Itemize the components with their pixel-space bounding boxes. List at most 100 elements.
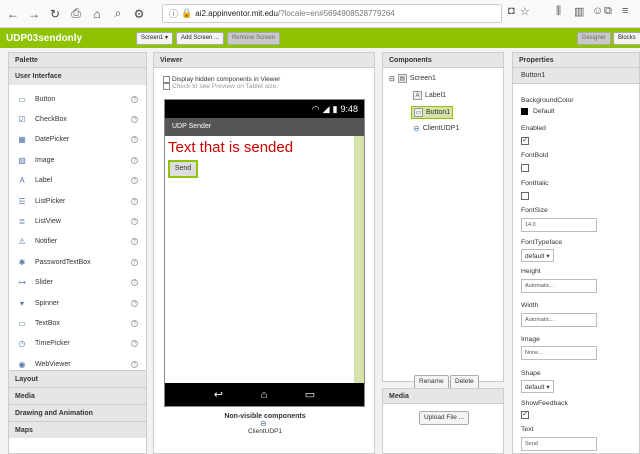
tree-button1[interactable]: ▭ Button1 — [411, 106, 454, 119]
rename-button[interactable]: Rename — [414, 375, 449, 389]
lock-icon: 🔒 — [181, 8, 193, 18]
help-icon[interactable]: ? — [131, 116, 138, 124]
reload-icon[interactable]: ↻ — [47, 6, 63, 22]
palette-item-listpicker[interactable]: ☰ ListPicker? — [9, 191, 146, 211]
account-icon[interactable]: ☺ — [592, 5, 603, 17]
nav-recent-icon: ▭ — [304, 389, 316, 401]
screen-scrollbar[interactable] — [354, 136, 364, 385]
palette-item-label: ListPicker — [35, 197, 66, 205]
blocks-button[interactable]: Blocks — [613, 31, 640, 45]
prop-fonttypeface-select[interactable]: default ▾ — [521, 249, 554, 262]
collapse-icon[interactable]: ⊟ — [389, 75, 395, 83]
delete-button[interactable]: Delete — [450, 375, 479, 389]
media-header: Media — [383, 389, 503, 404]
help-icon[interactable]: ? — [131, 156, 138, 164]
passwordtextbox-icon: ✱ — [18, 257, 26, 267]
palette-item-datepicker[interactable]: ▦ DatePicker? — [9, 130, 146, 150]
preview-send-button[interactable]: Send — [168, 160, 198, 178]
palette-item-textbox[interactable]: ▭ TextBox? — [9, 313, 146, 333]
prop-text-input[interactable]: Send — [521, 437, 597, 451]
url-bar[interactable]: ⓘ 🔒 ai2.appinventor.mit.edu /?locale=en#… — [162, 4, 502, 23]
prop-bgcolor-value[interactable]: Default — [521, 108, 555, 115]
back-icon[interactable]: ← — [5, 6, 21, 22]
button-icon: ▭ — [18, 94, 26, 104]
tablet-preview-option[interactable]: Check to see Preview on Tablet size. — [154, 83, 374, 90]
display-hidden-option[interactable]: Display hidden components in Viewer — [154, 76, 374, 83]
properties-panel: Properties Button1 BackgroundColor Defau… — [512, 52, 640, 454]
palette-item-slider[interactable]: ⊶ Slider? — [9, 273, 146, 293]
remove-screen-button[interactable]: Remove Screen — [227, 31, 281, 45]
help-icon[interactable]: ? — [131, 218, 138, 226]
prop-shape-select[interactable]: default ▾ — [521, 380, 554, 393]
tree-label1[interactable]: A Label1 — [413, 91, 446, 100]
designer-button[interactable]: Designer — [577, 31, 612, 45]
palette-item-passwordtextbox[interactable]: ✱ PasswordTextBox? — [9, 252, 146, 272]
browser-toolbar: ← → ↻ ⎙ ⌂ ⌕ ⚙ ⓘ 🔒 ai2.appinventor.mit.ed… — [0, 0, 640, 28]
menu-icon[interactable]: ≡ — [622, 5, 628, 17]
prop-fontsize-input[interactable]: 14.0 — [521, 218, 597, 232]
bookmark-star-icon[interactable]: ☆ — [520, 5, 530, 18]
tree-clientudp1[interactable]: ⊖ ClientUDP1 — [413, 124, 459, 133]
category-maps[interactable]: Maps — [9, 421, 146, 438]
palette-item-spinner[interactable]: ▾ Spinner? — [9, 293, 146, 313]
tablet-preview-label: Check to see Preview on Tablet size. — [172, 83, 279, 90]
palette-item-listview[interactable]: ≣ ListView? — [9, 211, 146, 231]
app-toolbar: UDP03sendonly Screen1 ▾ Add Screen ... R… — [0, 28, 640, 48]
palette-item-timepicker[interactable]: ◷ TimePicker? — [9, 334, 146, 354]
help-icon[interactable]: ? — [131, 177, 138, 185]
screen-select[interactable]: Screen1 ▾ — [136, 31, 174, 45]
pocket-icon[interactable]: ◘ — [508, 5, 515, 17]
library-icon[interactable]: ⫼ — [556, 5, 561, 18]
palette-item-button[interactable]: ▭ Button? — [9, 89, 146, 109]
palette-item-label[interactable]: A Label? — [9, 171, 146, 191]
help-icon[interactable]: ? — [131, 258, 138, 266]
category-user-interface[interactable]: User Interface — [9, 68, 146, 85]
prop-enabled-checkbox[interactable]: ✓ — [521, 137, 529, 145]
sidebar-icon[interactable]: ▥ — [574, 5, 584, 18]
settings-icon[interactable]: ⚙ — [131, 6, 147, 22]
palette-item-webviewer[interactable]: ◉ WebViewer? — [9, 354, 146, 370]
category-drawing-animation[interactable]: Drawing and Animation — [9, 404, 146, 421]
prop-image-input[interactable]: None... — [521, 346, 597, 360]
prop-height-input[interactable]: Automatic... — [521, 279, 597, 293]
category-layout[interactable]: Layout — [9, 370, 146, 387]
help-icon[interactable]: ? — [131, 319, 138, 327]
forward-icon[interactable]: → — [26, 6, 42, 22]
tree-screen1-label: Screen1 — [409, 75, 436, 82]
palette-item-checkbox[interactable]: ☑ CheckBox? — [9, 109, 146, 129]
help-icon[interactable]: ? — [131, 299, 138, 307]
tablet-preview-checkbox[interactable] — [163, 83, 170, 90]
help-icon[interactable]: ? — [131, 136, 138, 144]
prop-fontbold-checkbox[interactable] — [521, 164, 529, 172]
help-icon[interactable]: ? — [131, 238, 138, 246]
home-icon[interactable]: ⌂ — [89, 6, 105, 22]
extension-icon[interactable]: ⧉ — [604, 5, 612, 18]
help-icon[interactable]: ? — [131, 340, 138, 348]
tree-screen1[interactable]: ⊟ ▤ Screen1 — [389, 74, 436, 83]
search-icon[interactable]: ⌕ — [110, 6, 126, 22]
help-icon[interactable]: ? — [131, 360, 138, 368]
help-icon[interactable]: ? — [131, 197, 138, 205]
add-screen-button[interactable]: Add Screen ... — [176, 31, 225, 45]
color-swatch — [521, 108, 528, 115]
prop-fontitalic-checkbox[interactable] — [521, 192, 529, 200]
help-icon[interactable]: ? — [131, 279, 138, 287]
print-icon[interactable]: ⎙ — [68, 6, 84, 22]
palette-item-label: CheckBox — [35, 116, 67, 124]
prop-showfeedback-checkbox[interactable]: ✓ — [521, 411, 529, 419]
category-media[interactable]: Media — [9, 387, 146, 404]
display-hidden-checkbox[interactable] — [163, 76, 170, 83]
prop-shape-label: Shape — [521, 370, 541, 377]
info-icon[interactable]: ⓘ — [169, 7, 178, 20]
palette-item-notifier[interactable]: ⚠ Notifier? — [9, 232, 146, 252]
upload-file-button[interactable]: Upload File ... — [419, 411, 470, 425]
properties-header: Properties — [513, 53, 639, 68]
palette-item-image[interactable]: ▧ Image? — [9, 150, 146, 170]
help-icon[interactable]: ? — [131, 95, 138, 103]
nonvisible-clientudp1[interactable]: ClientUDP1 — [154, 428, 376, 435]
nav-back-icon: ↩ — [213, 389, 223, 401]
prop-width-input[interactable]: Automatic... — [521, 313, 597, 327]
signal-icon: ◢ — [322, 103, 330, 114]
preview-label1[interactable]: Text that is sended — [168, 139, 355, 156]
screen-title-bar: UDP Sender — [165, 118, 364, 136]
